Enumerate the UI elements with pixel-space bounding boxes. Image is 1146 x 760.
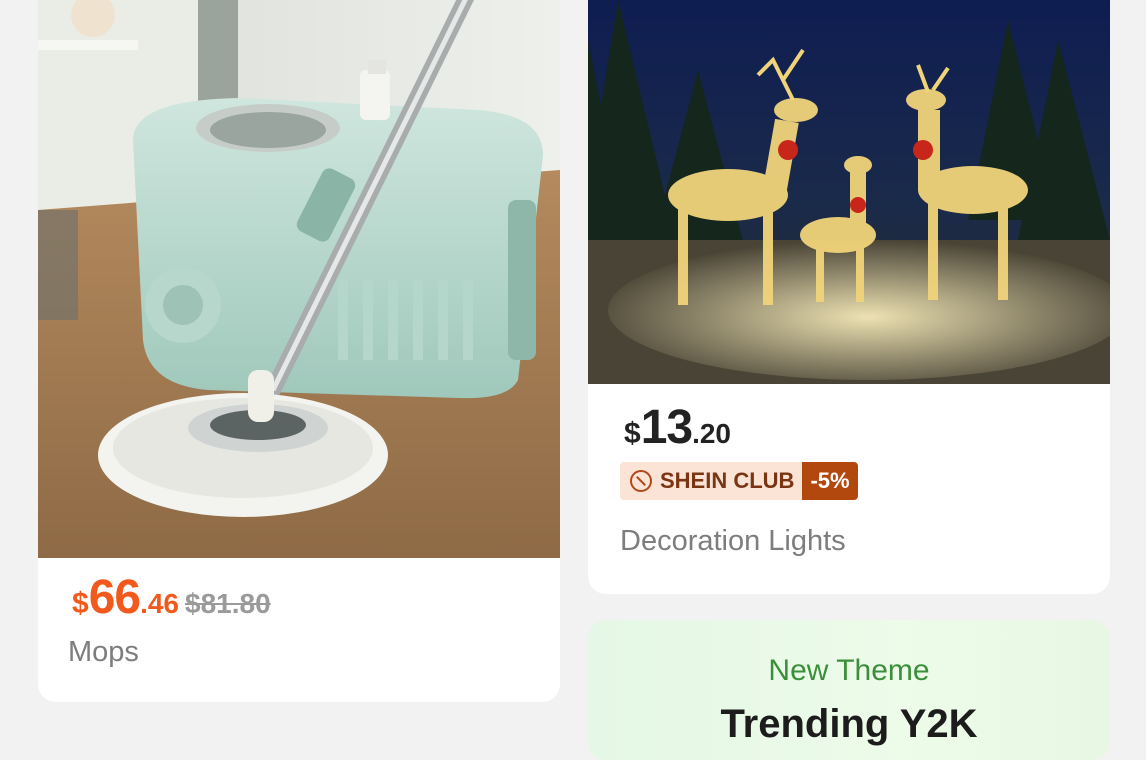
club-label: SHEIN CLUB	[660, 468, 795, 493]
price-currency: $	[72, 587, 89, 620]
product-price: $ 66 .46 $81.80	[72, 570, 271, 625]
product-image-mop-bucket[interactable]	[38, 0, 560, 558]
product-card-decoration-lights[interactable]: $ 13 .20 SHEIN CLUB -5% Decoration Light…	[588, 0, 1110, 594]
theme-kicker: New Theme	[768, 654, 930, 687]
club-label-box: SHEIN CLUB	[620, 462, 803, 500]
price-cents: .20	[692, 418, 732, 449]
product-price: $ 13 .20	[624, 400, 731, 455]
shein-club-badge[interactable]: SHEIN CLUB -5%	[620, 462, 858, 500]
shein-club-icon	[630, 470, 652, 492]
product-title[interactable]: Decoration Lights	[620, 525, 846, 558]
original-price: $81.80	[185, 588, 271, 619]
club-discount: -5%	[802, 462, 858, 500]
theme-title: Trending Y2K	[720, 702, 978, 746]
theme-promo-card[interactable]: New Theme Trending Y2K	[588, 620, 1110, 760]
product-card-mops[interactable]: $ 66 .46 $81.80 Mops	[38, 0, 560, 702]
price-integer: 66	[88, 571, 141, 624]
product-image-reindeer-lights[interactable]	[588, 0, 1110, 384]
product-title[interactable]: Mops	[68, 636, 139, 669]
price-cents: .46	[140, 588, 180, 619]
price-currency: $	[624, 417, 641, 450]
price-integer: 13	[640, 401, 693, 454]
